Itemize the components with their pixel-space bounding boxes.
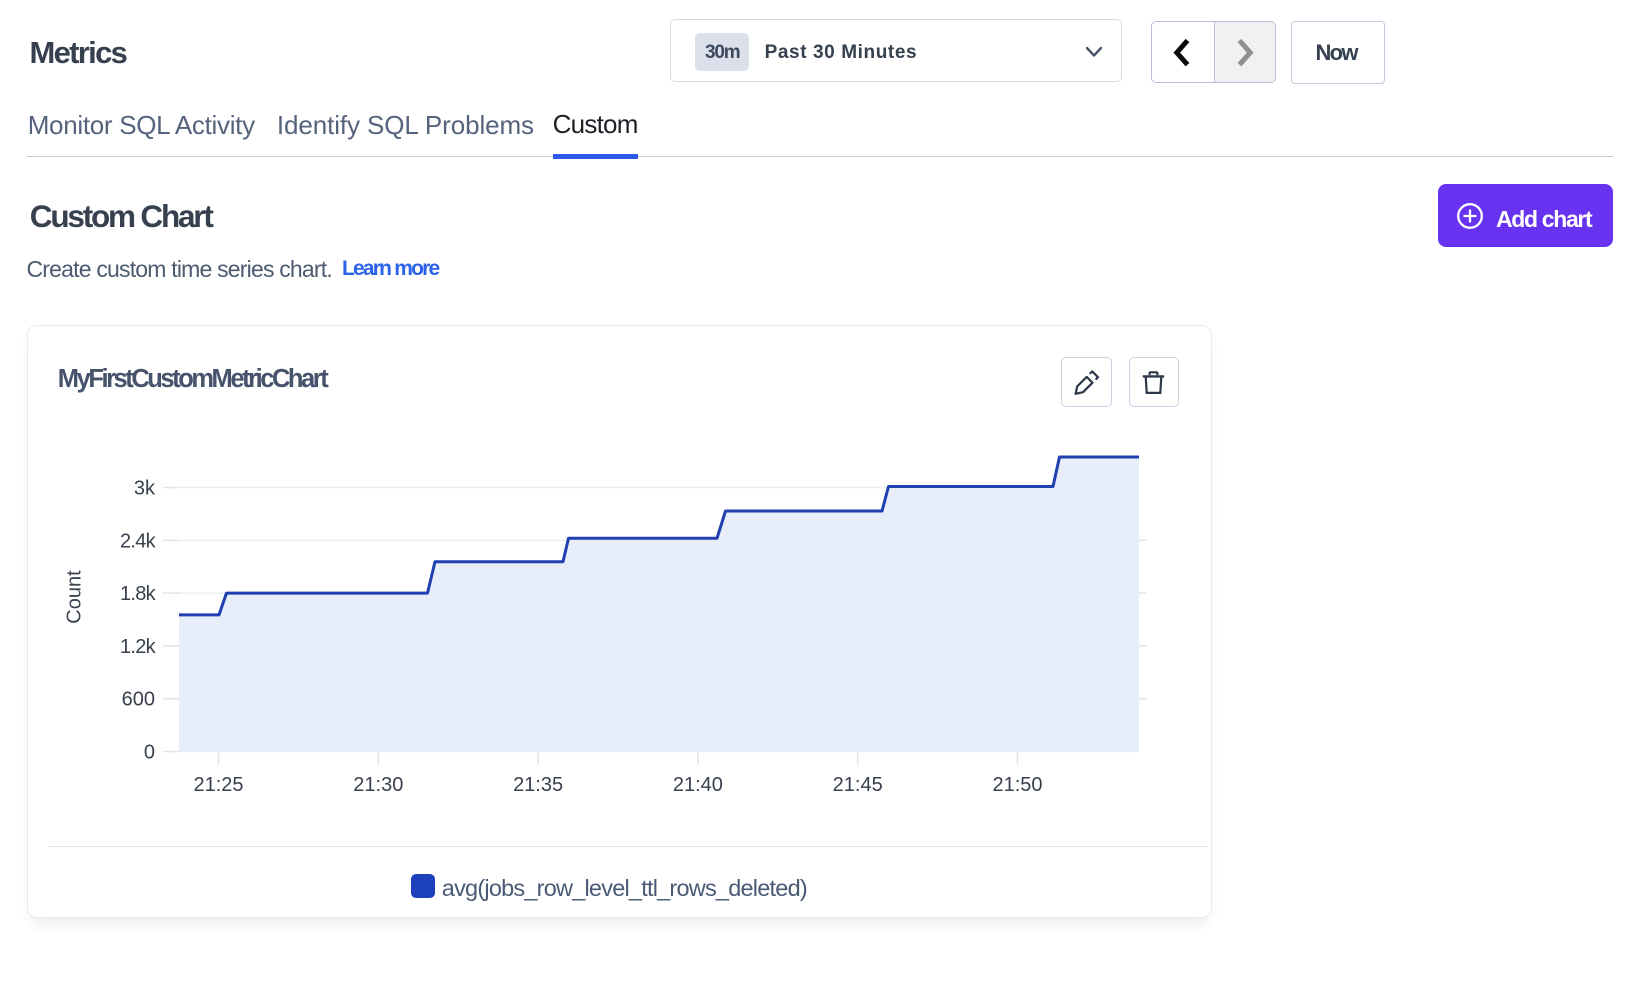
svg-text:0: 0 — [144, 742, 155, 764]
svg-text:2.4k: 2.4k — [120, 530, 157, 552]
svg-text:1.2k: 1.2k — [120, 636, 157, 658]
svg-text:3k: 3k — [134, 478, 156, 500]
svg-text:600: 600 — [122, 689, 155, 711]
svg-text:21:35: 21:35 — [513, 774, 563, 796]
svg-text:21:30: 21:30 — [353, 774, 403, 796]
svg-text:21:45: 21:45 — [833, 774, 883, 796]
svg-text:21:50: 21:50 — [992, 774, 1042, 796]
svg-text:Count: Count — [64, 570, 86, 624]
svg-text:1.8k: 1.8k — [120, 583, 157, 605]
svg-text:21:40: 21:40 — [673, 774, 723, 796]
svg-text:21:25: 21:25 — [193, 774, 243, 796]
